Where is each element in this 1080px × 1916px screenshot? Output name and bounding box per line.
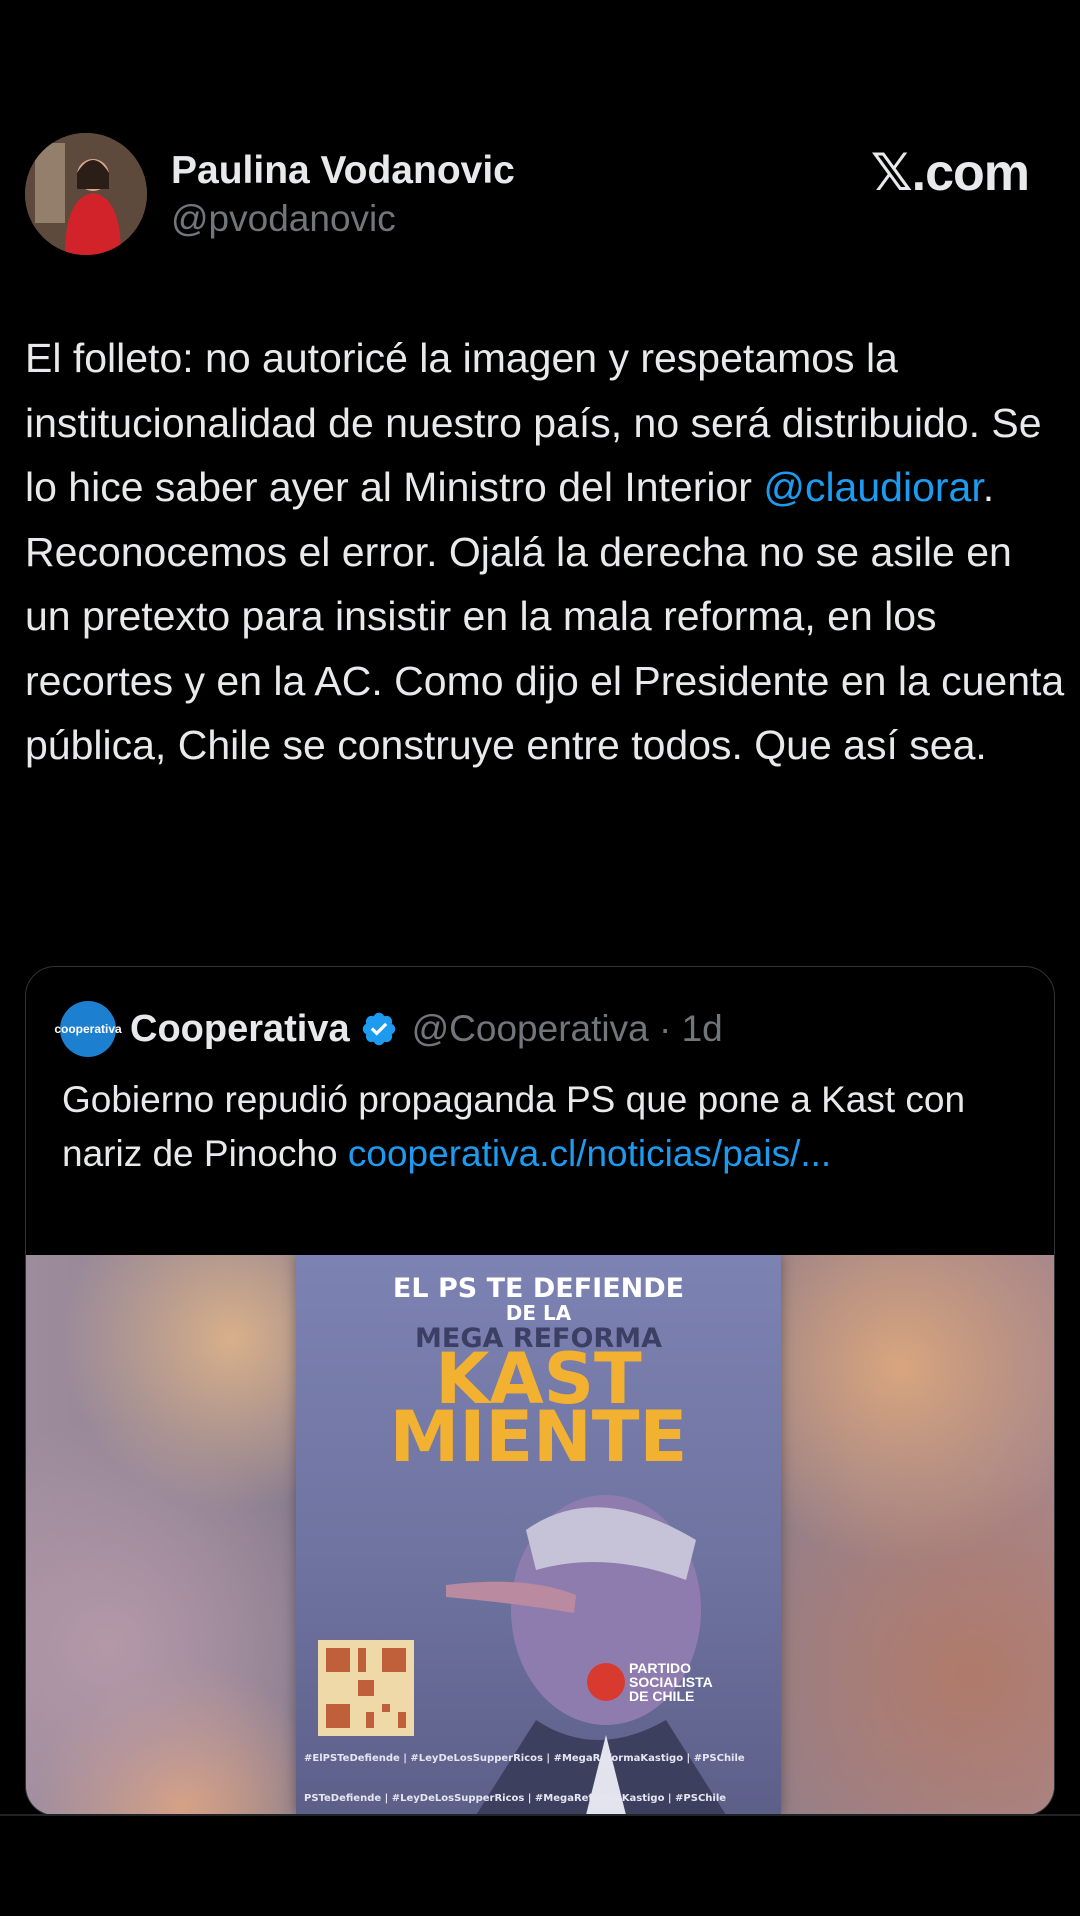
tweet-header: Paulina Vodanovic @pvodanovic 𝕏.com xyxy=(25,133,1055,258)
party-line2: SOCIALISTA xyxy=(629,1674,713,1690)
party-line3: DE CHILE xyxy=(629,1688,695,1704)
author-avatar[interactable] xyxy=(25,133,147,255)
x-logo: 𝕏.com xyxy=(870,144,1030,202)
poster-line1: EL PS TE DEFIENDE xyxy=(392,1273,685,1304)
bottom-divider xyxy=(0,1814,1080,1816)
qr-code-icon xyxy=(318,1640,414,1736)
author-name-block: Paulina Vodanovic @pvodanovic xyxy=(171,147,515,243)
poster-hashtags: #ElPSTeDefiende | #LeyDeLosSupperRicos |… xyxy=(304,1753,745,1764)
tweet-text: El folleto: no autoricé la imagen y resp… xyxy=(25,326,1065,778)
verified-badge-icon xyxy=(362,1012,395,1046)
quoted-meta: @Cooperativa · 1d xyxy=(411,1008,723,1049)
quoted-avatar-text: cooperativa xyxy=(54,1022,122,1036)
quoted-avatar[interactable]: cooperativa xyxy=(54,1001,122,1057)
quoted-tweet[interactable]: cooperativa Cooperativa @Cooperativa · 1… xyxy=(25,966,1055,1816)
author-display-name[interactable]: Paulina Vodanovic xyxy=(171,147,515,195)
quoted-display-name[interactable]: Cooperativa xyxy=(130,1008,350,1051)
campaign-poster: EL PS TE DEFIENDE DE LA MEGA REFORMA KAS… xyxy=(296,1255,781,1815)
quoted-text: Gobierno repudió propaganda PS que pone … xyxy=(62,1073,1022,1181)
party-line1: PARTIDO xyxy=(629,1660,691,1676)
quoted-link[interactable]: cooperativa.cl/noticias/pais/... xyxy=(348,1133,831,1174)
party-label: PARTIDO SOCIALISTA DE CHILE xyxy=(587,1660,769,1704)
poster-hashtags-bottom: PSTeDefiende | #LeyDeLosSupperRicos | #M… xyxy=(304,1793,727,1804)
poster-line2: DE LA xyxy=(505,1301,572,1325)
ps-logo-icon xyxy=(587,1663,625,1701)
mention-link[interactable]: @claudiorar xyxy=(763,464,982,510)
author-photo-icon xyxy=(25,133,147,255)
quoted-header: cooperativa Cooperativa @Cooperativa · 1… xyxy=(54,1001,723,1057)
author-handle[interactable]: @pvodanovic xyxy=(171,195,515,243)
quoted-media-image[interactable]: EL PS TE DEFIENDE DE LA MEGA REFORMA KAS… xyxy=(26,1255,1054,1815)
